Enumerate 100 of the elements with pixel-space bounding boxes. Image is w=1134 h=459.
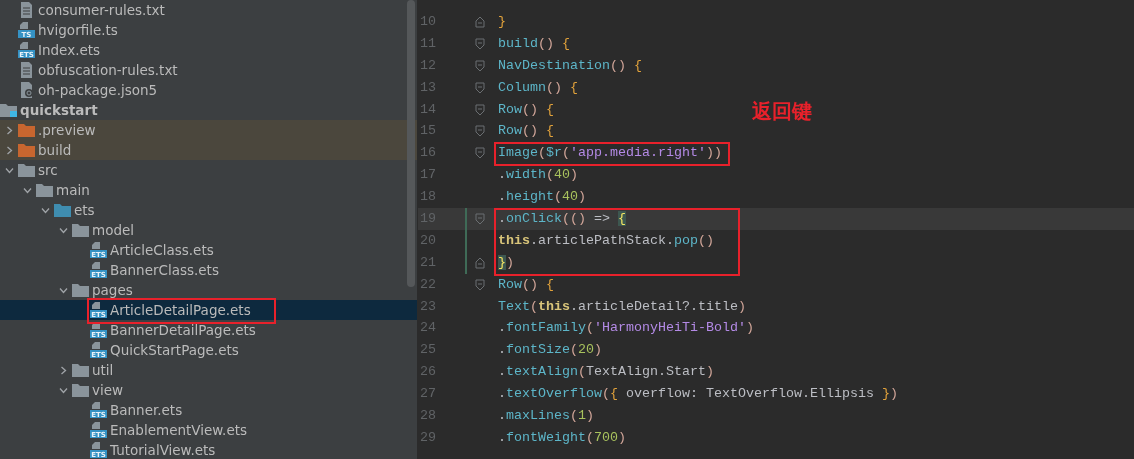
item-label: ets <box>74 200 95 220</box>
line-number: 20 <box>419 231 437 250</box>
code-line: .textOverflow({ overflow: TextOverflow.Ellipsis }) <box>498 385 898 404</box>
item-label: QuickStartPage.ets <box>110 340 239 360</box>
line-number: 17 <box>419 166 437 185</box>
fold-icon[interactable] <box>475 103 485 116</box>
tree-item[interactable]: pages <box>0 280 417 300</box>
chevron-right-icon[interactable] <box>4 145 14 155</box>
fold-icon[interactable] <box>475 256 485 269</box>
line-number: 15 <box>419 122 437 141</box>
code-line: .height(40) <box>498 188 586 207</box>
code-line: Row() { <box>498 100 554 119</box>
folder-icon <box>54 203 71 217</box>
chevron-right-icon[interactable] <box>58 365 68 375</box>
line-number: 27 <box>419 385 437 404</box>
tree-item[interactable]: util <box>0 360 417 380</box>
fold-icon[interactable] <box>475 59 485 72</box>
chevron-down-icon[interactable] <box>4 165 14 175</box>
item-label: consumer-rules.txt <box>38 0 165 20</box>
line-number: 14 <box>419 100 437 119</box>
chevron-right-icon[interactable] <box>4 125 14 135</box>
code-line: Row() { <box>498 275 554 294</box>
fold-icon[interactable] <box>475 147 485 160</box>
code-line: NavDestination() { <box>498 56 642 75</box>
code-line: this.articlePathStack.pop() <box>498 231 714 250</box>
tree-item[interactable]: quickstart <box>0 100 417 120</box>
chevron-down-icon[interactable] <box>58 285 68 295</box>
line-number: 26 <box>419 363 437 382</box>
item-label: EnablementView.ets <box>110 420 247 440</box>
tree-item[interactable]: consumer-rules.txt <box>0 0 417 20</box>
chevron-down-icon[interactable] <box>58 225 68 235</box>
code-line: .maxLines(1) <box>498 407 594 425</box>
fold-icon[interactable] <box>475 278 485 291</box>
line-number: 11 <box>419 34 437 53</box>
tree-item[interactable]: ets <box>0 200 417 220</box>
tree-item[interactable]: oh-package.json5 <box>0 80 417 100</box>
chevron-down-icon[interactable] <box>22 185 32 195</box>
code-line: Text(this.articleDetail?.title) <box>498 297 746 316</box>
item-label: main <box>56 180 90 200</box>
chevron-down-icon[interactable] <box>40 205 50 215</box>
item-label: BannerDetailPage.ets <box>110 320 256 340</box>
line-number: 12 <box>419 56 437 75</box>
folder-icon <box>72 283 89 297</box>
code-line: Column() { <box>498 78 578 97</box>
line-number: 13 <box>419 78 437 97</box>
fold-icon[interactable] <box>475 37 485 50</box>
code-line: Image($r('app.media.right')) <box>498 144 722 163</box>
code-line: .fontSize(20) <box>498 341 602 360</box>
folder-icon <box>18 123 35 137</box>
line-number: 16 <box>419 144 437 163</box>
item-label: oh-package.json5 <box>38 80 158 100</box>
chevron-down-icon[interactable] <box>58 385 68 395</box>
code-line: build() { <box>498 34 570 53</box>
item-label: quickstart <box>20 100 98 120</box>
fold-icon[interactable] <box>475 15 485 28</box>
item-label: view <box>92 380 124 400</box>
item-label: ArticleClass.ets <box>110 240 214 260</box>
item-label: ArticleDetailPage.ets <box>110 300 251 320</box>
item-label: build <box>38 140 72 160</box>
line-number: 25 <box>419 341 437 360</box>
folder-icon <box>72 223 89 237</box>
file-icon <box>18 62 35 78</box>
line-number: 18 <box>419 188 437 207</box>
item-label: TutorialView.ets <box>110 440 216 459</box>
tree-item[interactable]: main <box>0 180 417 200</box>
tree-item[interactable]: view <box>0 380 417 400</box>
folder-icon <box>18 163 35 177</box>
code-line: Row() { <box>498 122 554 141</box>
folder-icon <box>72 383 89 397</box>
tree-item[interactable]: model <box>0 220 417 240</box>
item-label: .preview <box>38 120 96 140</box>
item-label: Banner.ets <box>110 400 183 420</box>
line-number: 22 <box>419 275 437 294</box>
file-icon <box>18 82 35 98</box>
tree-item[interactable]: .preview <box>0 120 417 140</box>
tree-item[interactable]: src <box>0 160 417 180</box>
item-label: hvigorfile.ts <box>38 20 118 40</box>
line-number: 29 <box>419 428 437 447</box>
line-number: 10 <box>419 12 437 31</box>
fold-icon[interactable] <box>475 125 485 138</box>
fold-icon[interactable] <box>475 81 485 94</box>
folder-icon <box>0 103 17 117</box>
tree-item[interactable]: obfuscation-rules.txt <box>0 60 417 80</box>
annotation-label: 返回键 <box>752 98 812 125</box>
code-line: .onClick(() => { <box>498 209 626 228</box>
item-label: obfuscation-rules.txt <box>38 60 178 80</box>
code-line: }) <box>498 253 514 272</box>
line-number: 24 <box>419 319 437 338</box>
code-line: .fontFamily('HarmonyHeiTi-Bold') <box>498 319 754 338</box>
scrollbar-thumb[interactable] <box>407 0 415 287</box>
folder-icon <box>72 363 89 377</box>
tree-item[interactable]: build <box>0 140 417 160</box>
item-label: src <box>38 160 58 180</box>
fold-icon[interactable] <box>475 212 485 225</box>
folder-icon <box>18 143 35 157</box>
code-line: .textAlign(TextAlign.Start) <box>498 363 714 382</box>
line-number: 23 <box>419 297 437 316</box>
item-label: BannerClass.ets <box>110 260 219 280</box>
item-label: model <box>92 220 135 240</box>
folder-icon <box>36 183 53 197</box>
